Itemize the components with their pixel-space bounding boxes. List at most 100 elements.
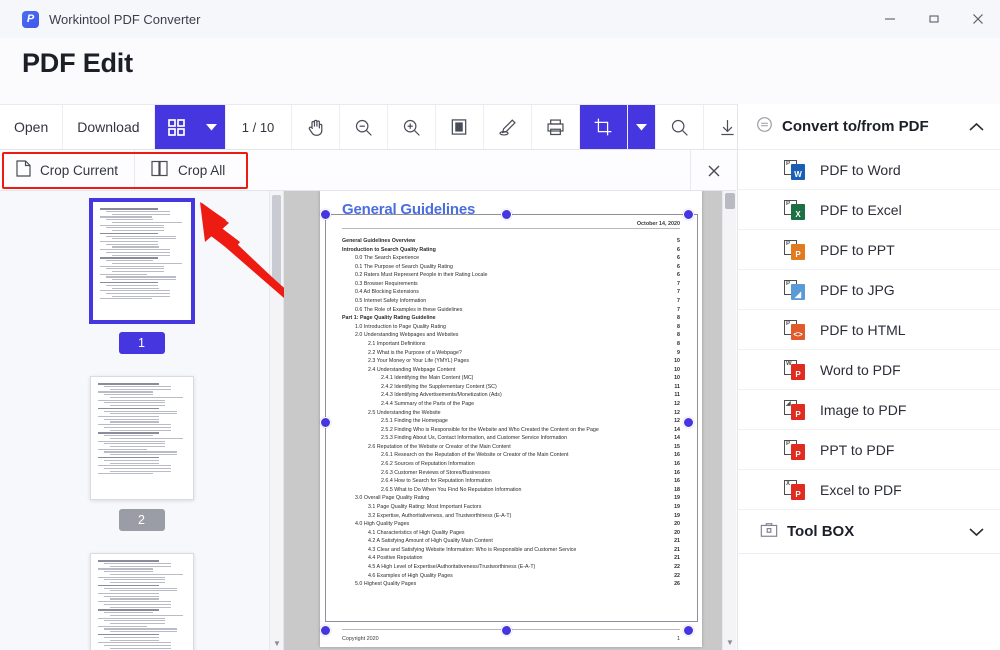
convert-item-pdf-to-word[interactable]: P W PDF to Word [738,150,1000,190]
crop-icon[interactable] [579,105,628,149]
app-title: Workintool PDF Converter [49,11,201,27]
thumbnail-text-line [111,246,159,248]
toc-row: 2.4.4 Summary of the Parts of the Page 12 [342,400,680,409]
crop-handle-bottom-center[interactable] [501,625,512,636]
thumbnail-text-line [105,284,159,286]
target-format-icon: P [791,443,805,460]
crop-current-button[interactable]: Crop Current [0,150,134,191]
crop-handle-top-center[interactable] [501,209,512,220]
target-format-icon: <> [791,323,805,340]
convert-file-icon: P <> [784,319,806,340]
search-icon[interactable] [656,105,704,149]
thumbnail-page-2[interactable]: 2 [89,376,194,531]
chevron-up-icon[interactable] [969,122,984,132]
chevron-down-icon[interactable] [969,527,984,537]
thumbnail-text-line [111,221,183,223]
toc-row: 4.0 High Quality Pages 20 [342,520,680,529]
toc-entry-label: 1.0 Introduction to Page Quality Rating [355,323,446,330]
convert-item-pdf-to-ppt[interactable]: P P PDF to PPT [738,230,1000,270]
convert-file-icon: PP [784,439,806,460]
convert-item-ppt-to-pdf[interactable]: P P PPT to PDF [738,430,1000,470]
convert-item-pdf-to-html[interactable]: P <> PDF to HTML [738,310,1000,350]
thumbnail-text-line [109,454,178,456]
document-page[interactable]: General Guidelines October 14, 2020 Gene… [320,191,702,647]
toc-entry-label: 2.4.2 Identifying the Supplementary Cont… [381,383,497,390]
target-format-icon: X [791,203,805,220]
thumbnail-page-3[interactable]: 3 [89,553,194,650]
open-button[interactable]: Open [0,105,64,149]
thumbnail-text-line [109,404,165,406]
convert-item-word-to-pdf[interactable]: W P Word to PDF [738,350,1000,390]
crop-handle-middle-right[interactable] [683,417,694,428]
toc-row: 4.3 Clear and Satisfying Website Informa… [342,546,680,555]
thumbnail-text-line [111,279,177,281]
toolbox-section-header[interactable]: Tool BOX [738,510,1000,554]
thumbnail-page-1[interactable]: 1 [89,199,194,354]
chevron-down-icon[interactable] [197,105,226,149]
convert-item-excel-to-pdf[interactable]: X P Excel to PDF [738,470,1000,510]
thumbnail-text-line [97,383,160,385]
grid-view-icon[interactable] [154,105,198,149]
toc-entry-page: 16 [674,452,680,459]
thumbnail-text-line [109,590,178,592]
scrollbar-thumb[interactable] [272,195,281,287]
toc-entry-page: 7 [677,306,680,313]
thumbnail-text-line [109,421,159,423]
crop-chevron-down-icon[interactable] [627,105,656,149]
viewer-scrollbar[interactable]: ▼ [722,191,736,650]
scroll-down-arrow-icon[interactable]: ▼ [723,638,736,647]
crop-handle-top-right[interactable] [683,209,694,220]
toc-row: 4.4 Positive Reputation 21 [342,554,680,563]
page-layout-icon[interactable] [436,105,484,149]
hand-tool-icon[interactable] [292,105,340,149]
toc-entry-label: 5.0 Highest Quality Pages [355,581,417,588]
print-icon[interactable] [532,105,580,149]
convert-file-icon: ◢ P [784,399,806,420]
convert-item-pdf-to-jpg[interactable]: P ◢ PDF to JPG [738,270,1000,310]
close-crop-toolbar-button[interactable] [690,150,736,191]
thumbnail-text-line [103,443,166,445]
thumbnail-preview [89,376,194,500]
thumbnail-text-line [99,232,159,235]
minimize-button[interactable] [868,0,912,38]
document-date: October 14, 2020 [636,221,680,227]
toc-row: 2.6 Reputation of the Website or Creator… [342,443,680,452]
thumbnail-scrollbar[interactable]: ▼ [269,191,283,650]
crop-handle-top-left[interactable] [320,209,331,220]
convert-panel-header[interactable]: Convert to/from PDF [738,104,1000,150]
thumbnail-text-line [105,227,165,229]
toc-entry-label: 3.1 Page Quality Rating: Most Important … [368,503,482,510]
document-viewer[interactable]: General Guidelines October 14, 2020 Gene… [284,191,736,650]
zoom-in-icon[interactable] [388,105,436,149]
thumbnail-sidebar[interactable]: 1 2 3 ▼ [0,191,284,650]
toc-entry-label: 2.6.1 Research on the Reputation of the … [381,452,569,459]
toc-entry-page: 19 [674,495,680,502]
target-format-icon: ◢ [791,283,805,300]
convert-panel: Convert to/from PDF P W PDF to Word P X PDF t… [737,104,1000,650]
single-page-icon [16,160,31,180]
page-indicator[interactable]: 1 / 10 [226,105,292,149]
crop-handle-middle-left[interactable] [320,417,331,428]
convert-item-image-to-pdf[interactable]: ◢ P Image to PDF [738,390,1000,430]
zoom-out-icon[interactable] [340,105,388,149]
toc-entry-page: 16 [674,478,680,485]
maximize-button[interactable] [912,0,956,38]
toc-entry-label: 2.6.2 Sources of Reputation Information [381,461,475,468]
thumbnail-text-line [105,260,153,262]
crop-all-button[interactable]: Crop All [135,150,241,191]
scroll-down-arrow-icon[interactable]: ▼ [270,639,283,648]
thumbnail-text-line [99,216,153,218]
crop-handle-bottom-left[interactable] [320,625,331,636]
pen-edit-icon[interactable] [484,105,532,149]
convert-item-pdf-to-excel[interactable]: P X PDF to Excel [738,190,1000,230]
close-button[interactable] [956,0,1000,38]
thumbnail-text-line [103,563,172,565]
thumbnail-text-line [109,437,184,440]
crop-handle-bottom-right[interactable] [683,625,694,636]
toc-entry-label: 4.4 Positive Reputation [368,555,423,562]
convert-item-label: Word to PDF [820,361,901,378]
footer-page-number: 1 [677,636,680,642]
scrollbar-thumb[interactable] [725,193,735,209]
thumbnail-text-line [97,456,160,459]
download-button[interactable]: Download [63,105,155,149]
